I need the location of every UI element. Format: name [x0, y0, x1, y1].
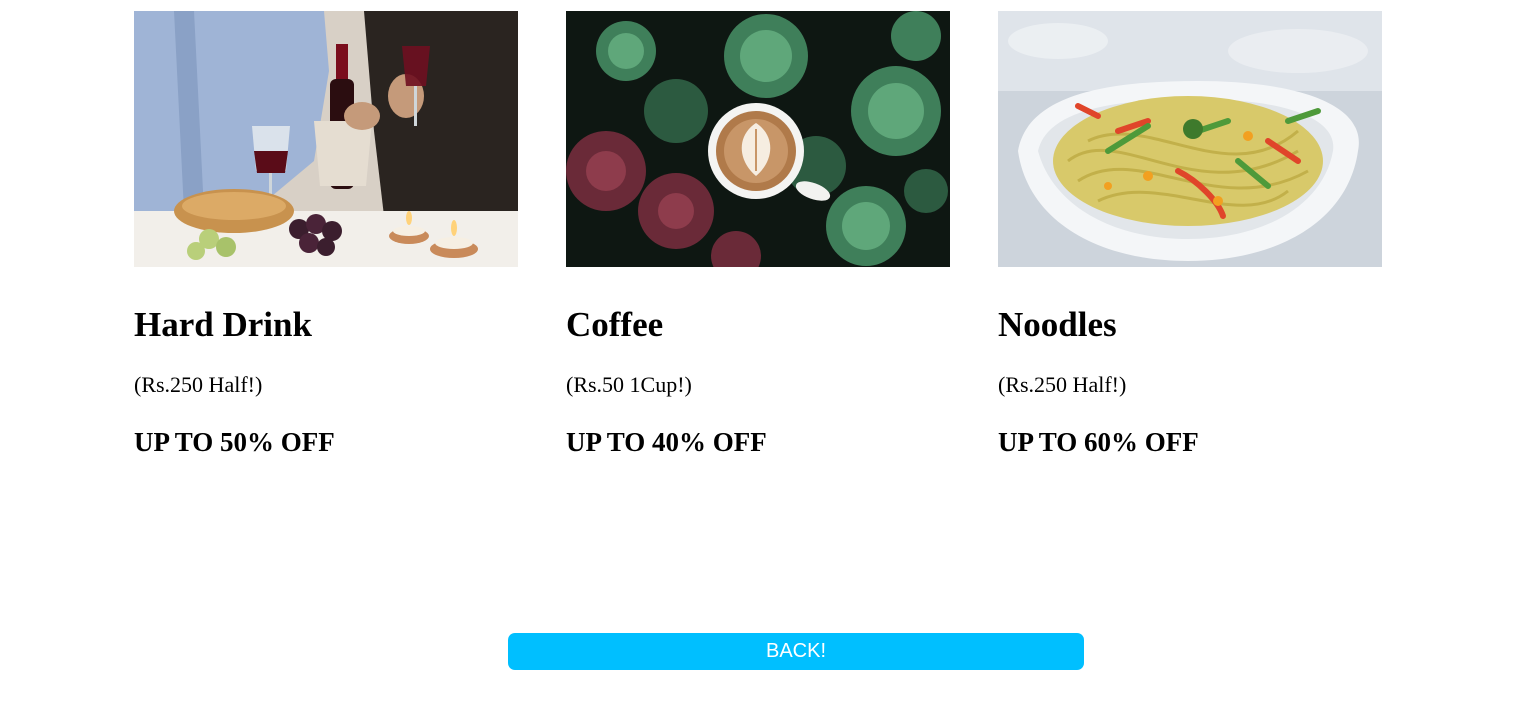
menu-card-coffee: Coffee (Rs.50 1Cup!) UP TO 40% OFF	[566, 11, 950, 459]
back-button[interactable]: BACK!	[508, 633, 1084, 670]
item-offer: UP TO 60% OFF	[998, 427, 1199, 457]
item-title: Hard Drink	[134, 305, 312, 344]
item-title: Noodles	[998, 305, 1117, 344]
coffee-photo	[566, 11, 950, 267]
menu-card-hard-drink: Hard Drink (Rs.250 Half!) UP TO 50% OFF	[134, 11, 518, 459]
item-price: (Rs.250 Half!)	[134, 372, 263, 397]
item-offer: UP TO 50% OFF	[134, 427, 335, 457]
menu-grid: Hard Drink (Rs.250 Half!) UP TO 50% OFF	[134, 11, 1382, 459]
item-price: (Rs.50 1Cup!)	[566, 372, 692, 397]
item-title: Coffee	[566, 305, 664, 344]
wine-photo	[134, 11, 518, 267]
menu-card-noodles: Noodles (Rs.250 Half!) UP TO 60% OFF	[998, 11, 1382, 459]
item-offer: UP TO 40% OFF	[566, 427, 767, 457]
item-price: (Rs.250 Half!)	[998, 372, 1127, 397]
noodles-photo	[998, 11, 1382, 267]
